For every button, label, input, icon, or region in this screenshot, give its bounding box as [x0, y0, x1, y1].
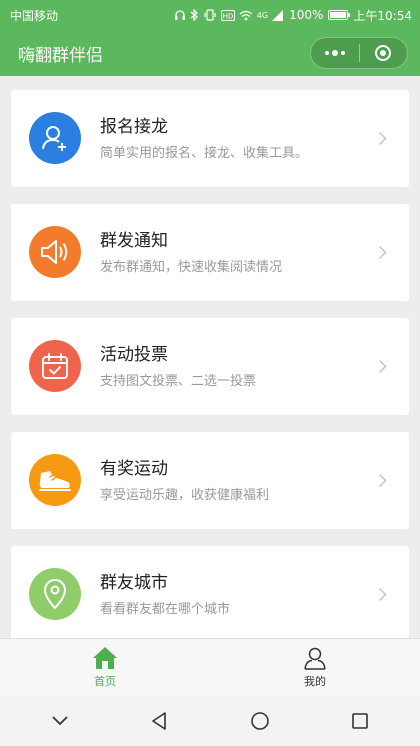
vibrate-icon: [204, 9, 216, 21]
card-title: 活动投票: [100, 345, 168, 365]
feature-card-notice[interactable]: 群发通知 发布群通知，快速收集阅读情况: [11, 204, 409, 301]
page-title: 嗨翻群伴侣: [18, 45, 103, 66]
card-title: 群发通知: [100, 231, 168, 251]
card-text: 报名接龙 简单实用的报名、接龙、收集工具。: [100, 116, 308, 162]
battery-fill: [330, 12, 347, 18]
card-title: 有奖运动: [100, 459, 168, 479]
card-subtitle: 享受运动乐趣，收获健康福利: [100, 488, 270, 503]
status-icons: HD 4G: [174, 9, 284, 21]
tab-bar: 首页 我的: [0, 638, 420, 696]
svg-text:HD: HD: [222, 12, 233, 20]
calendar-check-icon: [42, 353, 68, 379]
chevron-right-icon: [378, 245, 387, 260]
battery-percent: 100%: [289, 8, 324, 22]
recents-square-icon[interactable]: [351, 712, 369, 730]
chevron-right-icon: [378, 473, 387, 488]
signal-icon: [272, 9, 284, 21]
capsule-menu: [310, 37, 408, 69]
location-pin-icon: [44, 579, 66, 609]
tab-mine[interactable]: 我的: [210, 639, 420, 696]
chevron-right-icon: [378, 587, 387, 602]
wifi-icon: [239, 10, 253, 20]
card-text: 群发通知 发布群通知，快速收集阅读情况: [100, 230, 282, 276]
more-button[interactable]: [311, 38, 359, 68]
mini-program-nav-bar: 嗨翻群伴侣: [0, 30, 420, 76]
card-subtitle: 简单实用的报名、接龙、收集工具。: [100, 146, 309, 161]
feature-card-vote[interactable]: 活动投票 支持图文投票、二选一投票: [11, 318, 409, 415]
system-nav-bar: [0, 696, 420, 746]
feature-card-signup[interactable]: 报名接龙 简单实用的报名、接龙、收集工具。: [11, 90, 409, 187]
card-text: 活动投票 支持图文投票、二选一投票: [100, 344, 256, 390]
card-text: 群友城市 看看群友都在哪个城市: [100, 572, 230, 618]
card-text: 有奖运动 享受运动乐趣，收获健康福利: [100, 458, 269, 504]
home-icon: [93, 647, 117, 669]
card-icon-circle: [29, 226, 81, 278]
card-subtitle: 支持图文投票、二选一投票: [100, 374, 257, 389]
network-type: 4G: [256, 10, 269, 20]
feature-card-sport[interactable]: 有奖运动 享受运动乐趣，收获健康福利: [11, 432, 409, 529]
carrier-name: 中国移动: [10, 8, 59, 23]
card-icon-circle: [29, 454, 81, 506]
home-circle-icon[interactable]: [250, 711, 270, 731]
status-indicators: HD 4G 100% 上午10:54: [174, 7, 412, 24]
speaker-icon: [41, 240, 68, 264]
card-icon-circle: [29, 340, 81, 392]
card-title: 报名接龙: [100, 117, 168, 137]
feature-list: 报名接龙 简单实用的报名、接龙、收集工具。 群发通知 发布群通知，快速收集阅读情…: [0, 76, 420, 638]
card-icon-circle: [29, 568, 81, 620]
bluetooth-icon: [190, 9, 198, 21]
tab-home-label: 首页: [94, 675, 116, 688]
user-outline-icon: [304, 647, 326, 670]
sneaker-icon: [39, 471, 71, 491]
card-subtitle: 发布群通知，快速收集阅读情况: [100, 260, 283, 275]
chevron-right-icon: [378, 359, 387, 374]
battery-icon: [328, 10, 351, 20]
status-bar: 中国移动 HD 4G 100% 上午10:54: [0, 0, 420, 30]
clock: 上午10:54: [353, 8, 412, 23]
headphones-icon: [174, 10, 185, 20]
card-title: 群友城市: [100, 573, 168, 593]
tab-mine-label: 我的: [304, 675, 326, 688]
user-add-icon: [42, 126, 66, 151]
card-icon-circle: [29, 112, 81, 164]
card-subtitle: 看看群友都在哪个城市: [100, 602, 231, 617]
chevron-right-icon: [378, 131, 387, 146]
close-mini-program-button[interactable]: [360, 38, 408, 68]
feature-card-city[interactable]: 群友城市 看看群友都在哪个城市: [11, 546, 409, 638]
tab-home[interactable]: 首页: [0, 639, 210, 696]
more-dots-icon: [324, 50, 345, 56]
chevron-down-icon[interactable]: [51, 715, 69, 727]
hd-icon: HD: [220, 9, 235, 21]
back-triangle-icon[interactable]: [150, 711, 168, 731]
target-circle-icon: [375, 45, 392, 61]
